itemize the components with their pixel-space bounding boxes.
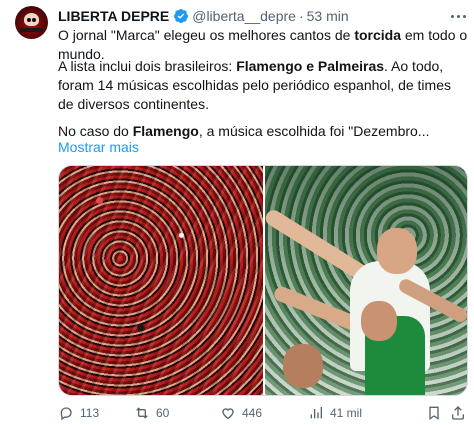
display-name[interactable]: LIBERTA DEPRE <box>58 8 169 24</box>
views-button[interactable]: 41 mil <box>308 403 362 423</box>
bookmark-button[interactable] <box>426 403 442 423</box>
tweet-media[interactable] <box>58 165 468 396</box>
tweet-header: LIBERTA DEPRE @liberta__depre · 53 min <box>58 6 349 26</box>
views-icon <box>310 407 322 419</box>
share-button[interactable] <box>450 403 466 423</box>
tweet-text-paragraph-2: A lista inclui dois brasileiros: Flameng… <box>58 58 451 112</box>
show-more-link[interactable]: Mostrar mais <box>58 138 139 157</box>
share-icon <box>452 406 464 420</box>
retweet-icon <box>136 407 148 419</box>
like-button[interactable]: 446 <box>220 403 262 423</box>
verified-icon <box>174 9 189 24</box>
reply-count: 113 <box>80 406 100 420</box>
handle[interactable]: @liberta__depre <box>192 8 296 24</box>
separator: · <box>298 8 304 24</box>
retweet-count: 60 <box>156 406 170 420</box>
like-icon <box>222 408 234 420</box>
tweet[interactable]: LIBERTA DEPRE @liberta__depre · 53 min O… <box>0 0 474 425</box>
reply-icon <box>60 407 72 421</box>
palmeiras-crowd-image[interactable] <box>262 166 467 395</box>
flamengo-crowd-image[interactable] <box>59 166 263 395</box>
timestamp[interactable]: 53 min <box>307 8 349 24</box>
views-count: 41 mil <box>330 406 363 420</box>
more-options-icon[interactable] <box>448 8 468 24</box>
reply-button[interactable]: 113 <box>58 403 99 423</box>
tweet-actions: 113 60 446 41 mil <box>58 403 468 423</box>
retweet-button[interactable]: 60 <box>134 403 169 423</box>
like-count: 446 <box>242 406 263 420</box>
bookmark-icon <box>429 406 439 420</box>
avatar[interactable] <box>15 6 48 39</box>
